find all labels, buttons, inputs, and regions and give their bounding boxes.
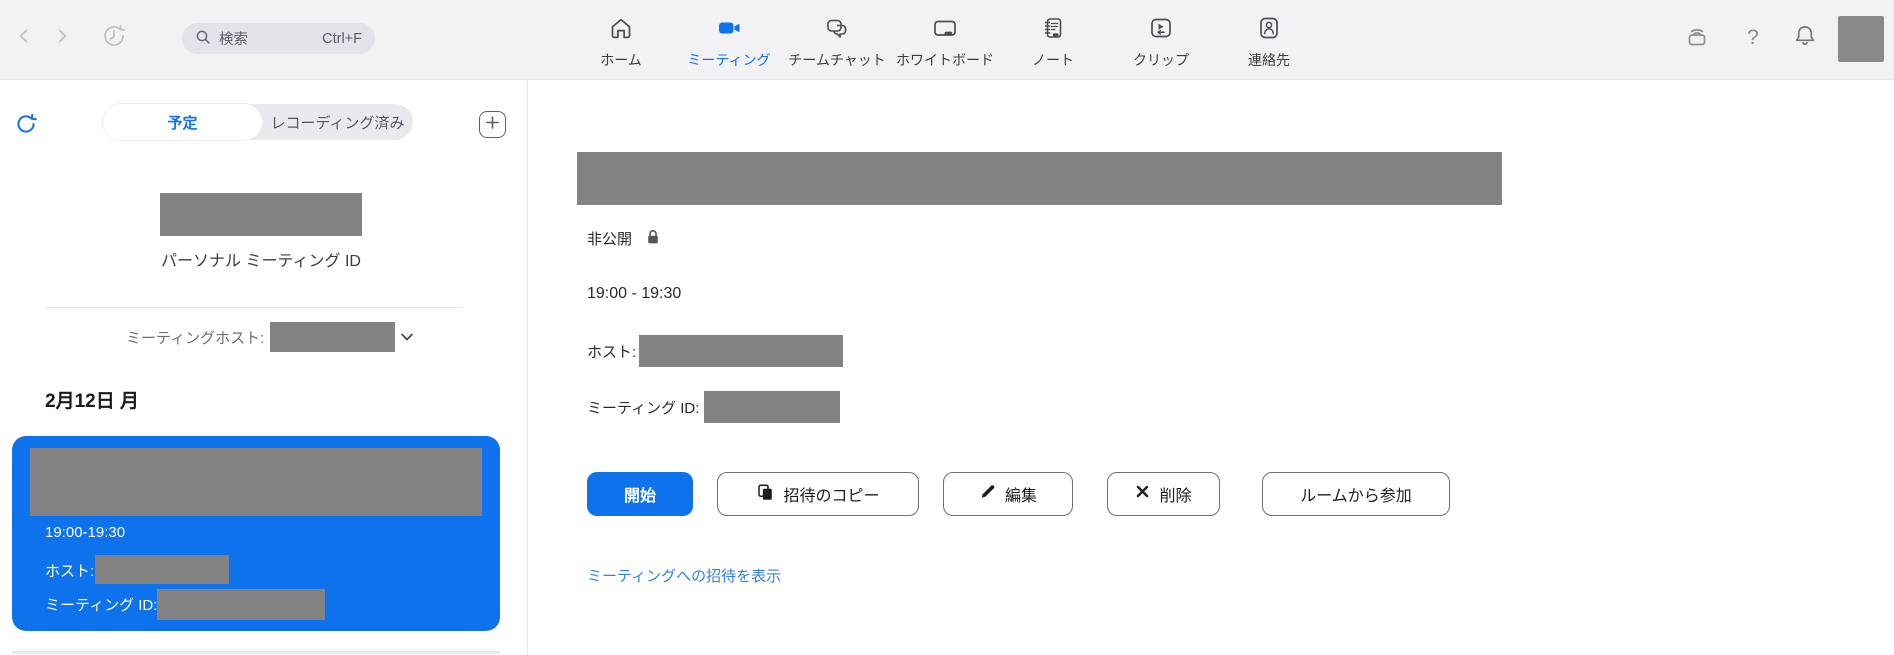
tab-recorded[interactable]: レコーディング済み [262, 104, 413, 140]
zoom-app-window: 検索 Ctrl+F ホーム ミーティング [0, 0, 1894, 655]
host-label: ホスト: [587, 341, 636, 362]
redacted-meeting-title [30, 448, 482, 516]
next-item-edge [12, 651, 500, 654]
main-nav-tabs: ホーム ミーティング チームチャット [567, 0, 1323, 80]
tab-contacts[interactable]: 連絡先 [1215, 0, 1323, 80]
add-meeting-button[interactable] [479, 111, 506, 138]
privacy-row: 非公開 [587, 228, 661, 249]
tab-meetings-label: ミーティング [687, 50, 770, 70]
search-placeholder: 検索 [219, 28, 248, 49]
whiteboard-icon [932, 15, 958, 46]
redacted-personal-meeting-id [160, 193, 362, 236]
tab-home[interactable]: ホーム [567, 0, 675, 80]
meeting-time-range: 19:00 - 19:30 [587, 285, 681, 303]
delete-label: 削除 [1159, 482, 1191, 506]
question-mark-icon: ? [1747, 26, 1759, 50]
notifications-button[interactable] [1788, 18, 1822, 58]
edit-button[interactable]: 編集 [943, 472, 1073, 516]
chevron-down-icon [401, 328, 413, 346]
chevron-right-icon [52, 26, 72, 51]
tab-home-label: ホーム [600, 50, 642, 70]
action-buttons: 開始 招待のコピー 編集 [587, 472, 1450, 516]
tab-clips[interactable]: クリップ [1107, 0, 1215, 80]
search-icon [195, 29, 211, 49]
meeting-id-label: ミーティング ID: [45, 594, 157, 615]
plus-icon [485, 115, 500, 135]
lock-icon [645, 228, 661, 249]
copy-invitation-button[interactable]: 招待のコピー [717, 472, 919, 516]
forward-button[interactable] [48, 22, 76, 54]
copy-invitation-label: 招待のコピー [783, 482, 879, 506]
cast-device-icon [1683, 22, 1711, 55]
delete-button[interactable]: 削除 [1107, 472, 1220, 516]
search-shortcut-hint: Ctrl+F [322, 31, 362, 47]
personal-meeting-id-label: パーソナル ミーティング ID [103, 247, 419, 271]
show-meeting-invitation-link[interactable]: ミーティングへの招待を表示 [587, 565, 781, 586]
top-bar: 検索 Ctrl+F ホーム ミーティング [0, 0, 1894, 80]
history-button[interactable] [96, 16, 132, 60]
host-row: ホスト: [587, 335, 843, 367]
redacted-host-name-main [639, 335, 843, 367]
tab-clips-label: クリップ [1133, 50, 1189, 70]
help-button[interactable]: ? [1736, 18, 1770, 58]
back-button[interactable] [10, 22, 38, 54]
tab-notes-label: ノート [1032, 50, 1074, 70]
avatar[interactable] [1838, 16, 1884, 62]
redacted-meeting-id-main [704, 391, 840, 423]
history-clock-icon [99, 21, 129, 56]
connect-device-button[interactable] [1680, 18, 1714, 58]
redacted-meeting-host [95, 555, 229, 584]
tab-notes[interactable]: ノート [999, 0, 1107, 80]
meeting-id-row: ミーティング ID: [587, 391, 840, 423]
chat-bubbles-icon [824, 15, 850, 46]
clips-icon [1148, 15, 1174, 46]
video-camera-icon [716, 15, 742, 46]
copy-icon [756, 483, 774, 506]
meeting-host-label: ホスト: [45, 560, 94, 581]
meeting-host-filter[interactable]: ミーティングホスト: [126, 322, 413, 352]
x-icon [1135, 484, 1150, 504]
selected-meeting-card[interactable]: 19:00-19:30 ホスト: ミーティング ID: [12, 436, 500, 631]
privacy-label: 非公開 [587, 228, 632, 249]
tab-whiteboard[interactable]: ホワイトボード [891, 0, 999, 80]
tab-meetings[interactable]: ミーティング [675, 0, 783, 80]
meeting-host-filter-label: ミーティングホスト: [126, 327, 264, 348]
bell-icon [1791, 22, 1819, 55]
refresh-icon [13, 124, 39, 141]
meeting-detail-panel: 非公開 19:00 - 19:30 ホスト: ミーティング ID: 開始 [529, 80, 1894, 655]
chevron-left-icon [14, 26, 34, 51]
meeting-id-label-main: ミーティング ID: [587, 397, 699, 418]
date-header: 2月12日 月 [45, 386, 139, 413]
notebook-icon [1040, 15, 1066, 46]
tab-team-chat[interactable]: チームチャット [783, 0, 891, 80]
join-from-room-button[interactable]: ルームから参加 [1262, 472, 1450, 516]
redacted-meeting-id [157, 589, 325, 620]
refresh-button[interactable] [13, 111, 39, 137]
tab-team-chat-label: チームチャット [788, 50, 885, 70]
contacts-icon [1256, 15, 1282, 46]
redacted-meeting-title-main [577, 152, 1502, 205]
meeting-time: 19:00-19:30 [45, 524, 125, 541]
sidebar-segmented-control: 予定 レコーディング済み [103, 104, 413, 140]
pencil-icon [979, 483, 996, 505]
tab-upcoming[interactable]: 予定 [103, 104, 262, 140]
home-icon [608, 15, 634, 46]
start-button[interactable]: 開始 [587, 472, 693, 516]
search-input[interactable]: 検索 Ctrl+F [182, 23, 375, 54]
sidebar-divider [45, 307, 463, 308]
tab-whiteboard-label: ホワイトボード [896, 50, 994, 70]
meetings-sidebar: 予定 レコーディング済み パーソナル ミーティング ID ミーティングホスト: … [0, 80, 528, 655]
tab-contacts-label: 連絡先 [1248, 50, 1290, 70]
edit-label: 編集 [1005, 482, 1037, 506]
redacted-host-name [270, 322, 395, 352]
